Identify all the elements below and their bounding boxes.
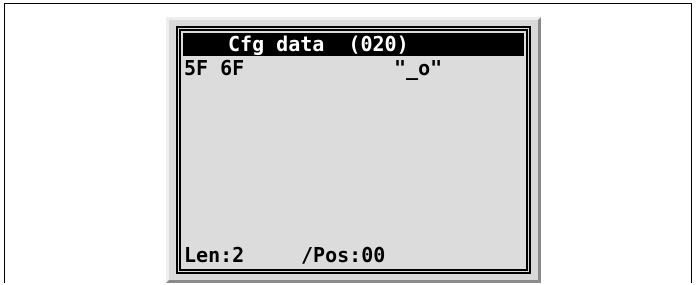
- ascii-value: "_o": [394, 56, 443, 80]
- lcd-screen: Cfg data (020) 5F 6F "_o" Len:2 /Pos:00: [176, 26, 531, 274]
- hex-bytes: 5F 6F: [184, 56, 245, 80]
- screen-title: Cfg data (020): [228, 32, 409, 56]
- page: Cfg data (020) 5F 6F "_o" Len:2 /Pos:00: [0, 0, 698, 285]
- status-line: Len:2 /Pos:00: [184, 243, 524, 267]
- length-indicator: Len:2: [184, 243, 245, 267]
- data-row: 5F 6F "_o": [184, 56, 524, 80]
- position-indicator: /Pos:00: [301, 243, 386, 267]
- screen-title-bar: Cfg data (020): [183, 33, 524, 56]
- scan-tool-device: Cfg data (020) 5F 6F "_o" Len:2 /Pos:00: [166, 17, 541, 283]
